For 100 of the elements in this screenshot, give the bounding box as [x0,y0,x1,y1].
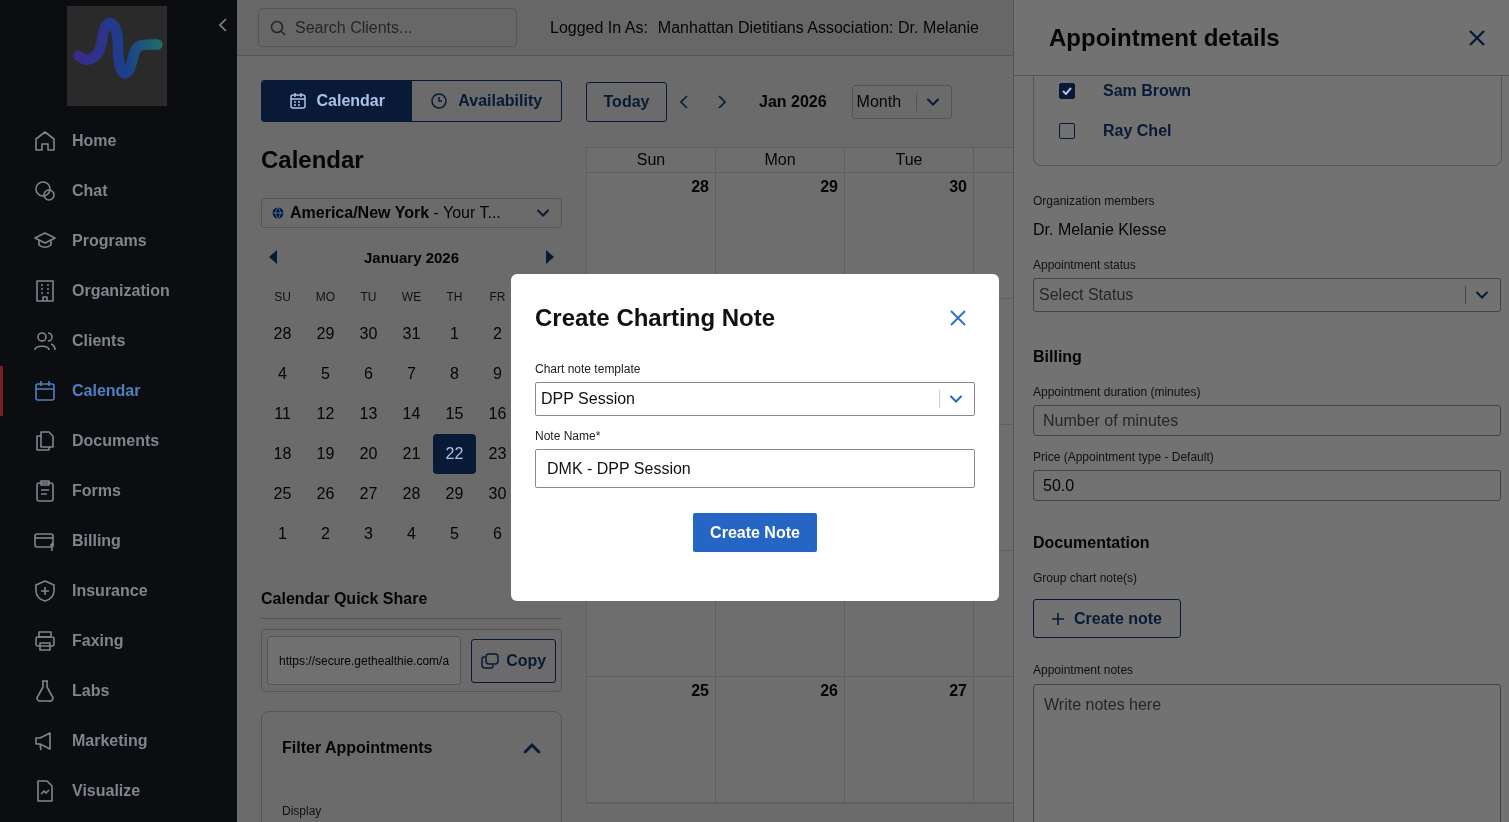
member-name: Dr. Melanie Klesse [1033,220,1168,240]
view-tab[interactable]: Availability [411,81,561,121]
price-field[interactable]: 50.0 [1033,470,1501,501]
calendar-day[interactable]: 28 [261,314,304,354]
clock-icon [430,92,449,110]
search-field[interactable]: Search Clients... [258,8,517,47]
field-label: Appointment duration (minutes) [1033,385,1202,399]
calendar-day[interactable]: 22 [433,434,476,474]
field-label: Appointment notes [1033,663,1135,677]
home-icon [33,129,57,153]
nav-item[interactable]: Programs [0,216,237,266]
weekday-label: SU [273,290,292,304]
calendar-day[interactable]: 29 [433,474,476,514]
calendar-day[interactable]: 26 [304,474,347,514]
calendar-day[interactable]: 30 [347,314,390,354]
day-number: 30 [949,178,967,196]
day-number: 29 [820,178,838,196]
calendar-day[interactable]: 7 [390,354,433,394]
attendee-name[interactable]: Ray Chel [1103,122,1172,140]
field-label: Price (Appointment type - Default) [1033,450,1215,464]
search-icon [270,20,286,36]
calendar-day[interactable]: 1 [433,314,476,354]
nav-item[interactable]: Insurance [0,566,237,616]
create-note-button[interactable]: Create note [1033,599,1181,638]
calendar-day[interactable]: 25 [261,474,304,514]
field-label: Chart note template [535,362,642,376]
calendar-day[interactable]: 13 [347,394,390,434]
calendar-day[interactable]: 20 [347,434,390,474]
status-select[interactable]: Select Status [1033,278,1501,312]
nav-item[interactable]: Chat [0,166,237,216]
nav-item[interactable]: Billing [0,516,237,566]
calendar-day[interactable]: 6 [347,354,390,394]
month-title: January 2026 [363,248,460,266]
nav-item[interactable]: Marketing [0,716,237,766]
template-select[interactable]: DPP Session [535,382,975,416]
copy-button[interactable]: Copy [471,638,556,683]
view-select[interactable]: Month [851,85,952,119]
next-icon [718,95,726,109]
chevron-down-icon [926,98,939,106]
calendar-day[interactable]: 11 [261,394,304,434]
calendar-day[interactable]: 31 [390,314,433,354]
calendar-day[interactable]: 19 [304,434,347,474]
calendar-day[interactable]: 5 [433,514,476,554]
nav-item[interactable]: Clients [0,316,237,366]
filter-title: Filter Appointments [282,739,433,757]
calendar-day[interactable]: 4 [390,514,433,554]
share-link-field[interactable]: https://secure.gethealthie.com/a [267,636,462,685]
weekday-label: WE [400,290,423,304]
plus-icon [1052,612,1064,625]
close-icon [1469,29,1485,46]
nav-item[interactable]: Organization [0,266,237,316]
documents-icon [33,429,57,453]
field-label: Display [282,804,323,818]
chevron-up-icon[interactable] [523,742,541,754]
chat-icon [33,179,57,203]
notes-field[interactable]: Write notes here [1033,684,1501,822]
calendar-day[interactable]: 27 [347,474,390,514]
weekday-label: FR [488,290,507,304]
attendee-name[interactable]: Sam Brown [1103,82,1191,100]
calendar-day[interactable]: 28 [390,474,433,514]
calendar-day[interactable]: 3 [347,514,390,554]
note-name-field[interactable]: DMK - DPP Session [535,449,975,488]
nav-item[interactable]: Home [0,116,237,166]
building-icon [33,279,57,303]
calendar-day[interactable]: 4 [261,354,304,394]
calendar-day[interactable]: 2 [304,514,347,554]
weekday-header: Tue [895,151,923,169]
today-button[interactable]: Today [586,82,667,122]
create-note-button[interactable]: Create Note [693,513,817,552]
printer-icon [33,629,57,653]
dialog-title: Create Charting Note [535,304,776,332]
calendar-day[interactable]: 1 [261,514,304,554]
calendar-day[interactable]: 8 [433,354,476,394]
calendar-day[interactable]: 21 [390,434,433,474]
nav-item[interactable]: Documents [0,416,237,466]
previous-month-icon [269,250,277,264]
field-label: Note Name* [535,429,602,443]
previous-icon [680,95,688,109]
checkbox[interactable] [1059,123,1075,139]
weekday-label: TH [445,290,464,304]
calendar-day[interactable]: 29 [304,314,347,354]
calendar-day[interactable]: 12 [304,394,347,434]
nav-item[interactable]: Faxing [0,616,237,666]
checkbox[interactable] [1059,83,1075,99]
nav-item[interactable]: Visualize [0,766,237,816]
calendar-icon [33,379,57,403]
weekday-header: Mon [764,151,796,169]
day-number: 28 [691,178,709,196]
day-number: 25 [691,682,709,700]
nav-item[interactable]: Forms [0,466,237,516]
timezone-select[interactable]: America/New York - Your T... [261,198,562,228]
next-month-icon [546,250,554,264]
calendar-day[interactable]: 18 [261,434,304,474]
calendar-day[interactable]: 5 [304,354,347,394]
nav-item[interactable]: Labs [0,666,237,716]
calendar-day[interactable]: 14 [390,394,433,434]
shield-icon [33,579,57,603]
duration-field[interactable]: Number of minutes [1033,405,1501,436]
view-tab[interactable]: Calendar [262,81,412,121]
calendar-day[interactable]: 15 [433,394,476,434]
